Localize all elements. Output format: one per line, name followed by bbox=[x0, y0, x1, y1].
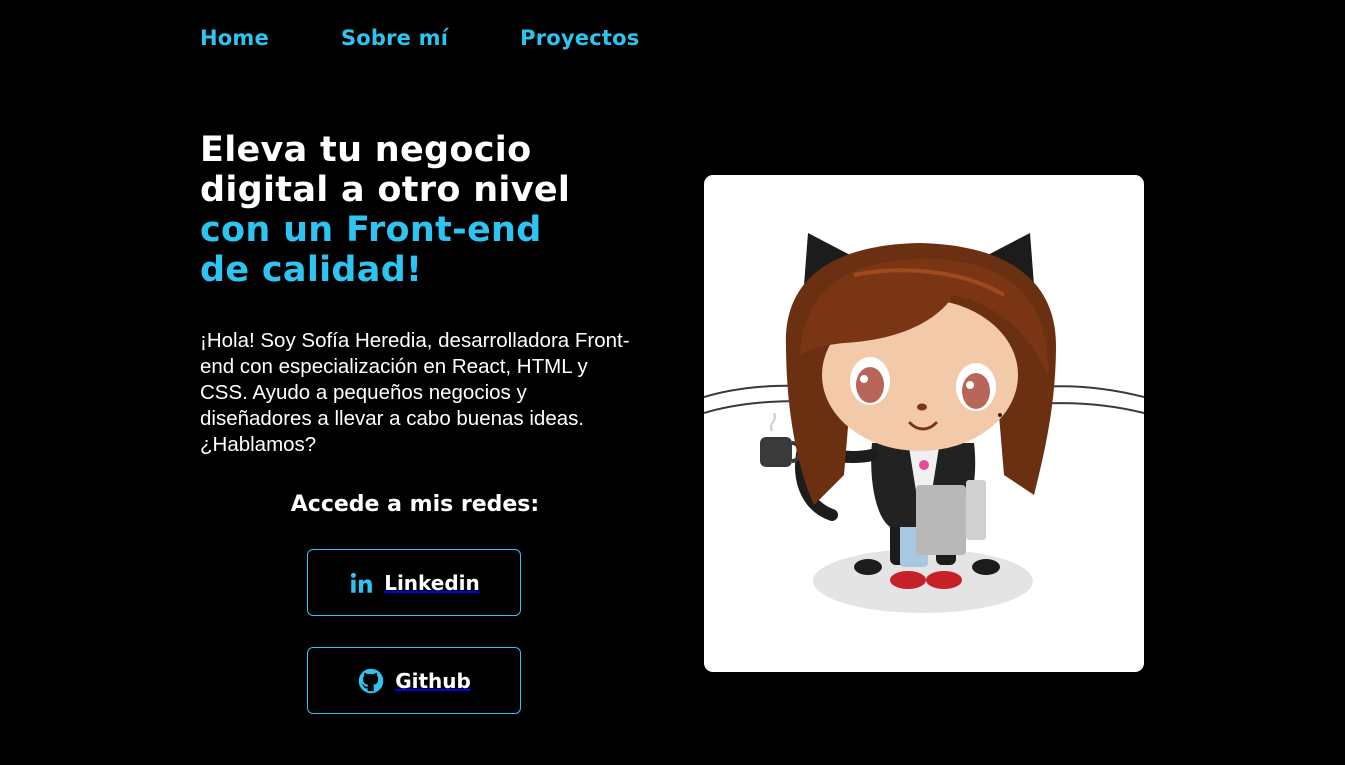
linkedin-button-label: Linkedin bbox=[384, 570, 480, 595]
page: Home Sobre mí Proyectos Eleva tu negocio… bbox=[0, 0, 1345, 765]
headline-accent-line-1: con un Front-end bbox=[200, 210, 542, 250]
hero-headline: Eleva tu negocio digital a otro nivel co… bbox=[200, 130, 670, 290]
github-icon bbox=[357, 667, 385, 695]
profile-image-card bbox=[704, 175, 1144, 672]
main-nav: Home Sobre mí Proyectos bbox=[200, 22, 711, 54]
headline-line-2: digital a otro nivel bbox=[200, 170, 571, 210]
social-title: Accede a mis redes: bbox=[290, 492, 540, 517]
headline-line-1: Eleva tu negocio bbox=[200, 130, 532, 170]
intro-paragraph: ¡Hola! Soy Sofía Heredia, desarrolladora… bbox=[200, 329, 630, 456]
nav-link-sobre-mi[interactable]: Sobre mí bbox=[341, 22, 448, 54]
nav-link-home[interactable]: Home bbox=[200, 22, 269, 54]
github-button-label: Github bbox=[395, 668, 471, 693]
nav-link-proyectos[interactable]: Proyectos bbox=[520, 22, 639, 54]
headline-accent-line-2: de calidad! bbox=[200, 250, 423, 290]
linkedin-icon bbox=[348, 570, 374, 596]
linkedin-button[interactable]: Linkedin bbox=[307, 549, 521, 616]
octocat-illustration bbox=[704, 233, 1144, 613]
github-button[interactable]: Github bbox=[307, 647, 521, 714]
